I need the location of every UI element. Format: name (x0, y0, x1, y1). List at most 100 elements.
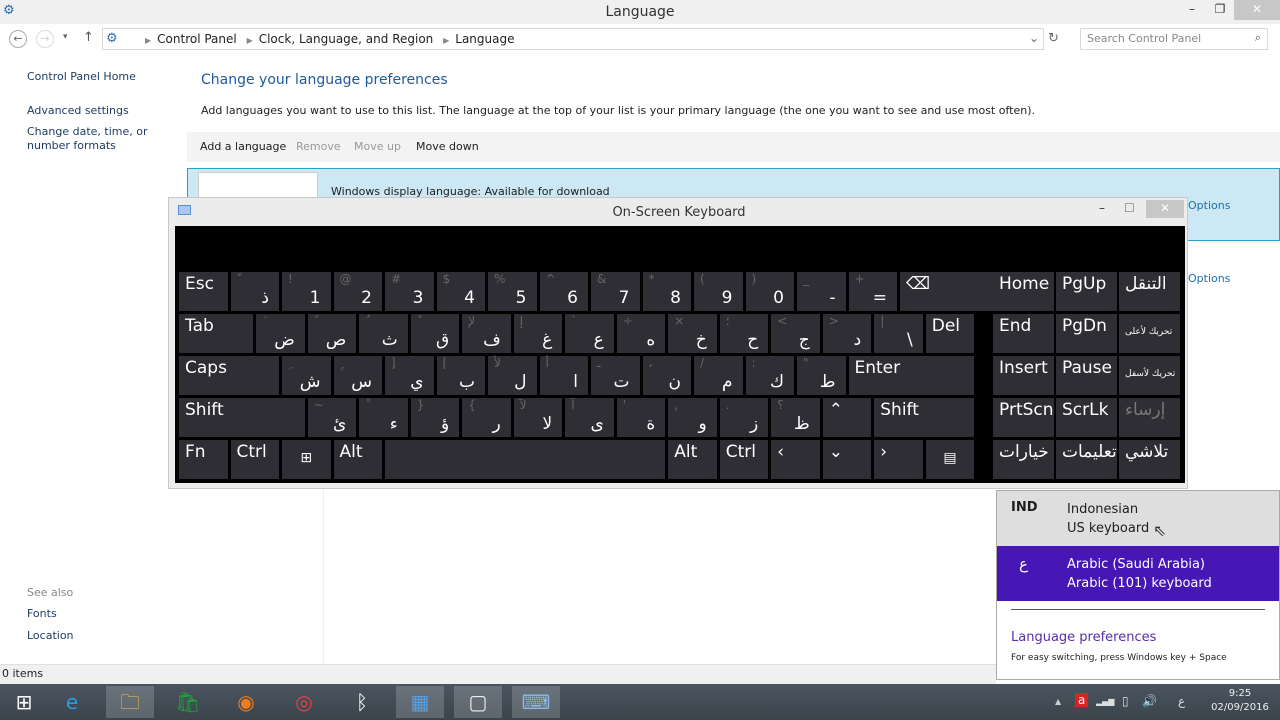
network-signal-icon[interactable]: ▂▄▆ (1096, 697, 1114, 706)
key-4[interactable]: $4 (436, 272, 485, 311)
key-6[interactable]: ^ 6 (539, 272, 588, 311)
volume-icon[interactable]: 🔊 (1142, 694, 1157, 708)
key-3[interactable]: #3 (385, 272, 434, 311)
key-r3-6[interactable]: آى (565, 398, 614, 437)
key-r2-9[interactable]: / م (694, 356, 743, 395)
side-key-r2-c1[interactable]: Pause (1056, 356, 1117, 395)
add-language-button[interactable]: Add a language (200, 140, 286, 153)
key-0[interactable]: ) 0 (745, 272, 794, 311)
taskbar-bluetooth-icon[interactable]: ᛒ (338, 686, 386, 718)
key-fn[interactable]: Fn (179, 440, 228, 479)
key-r0-13[interactable]: + = (848, 272, 897, 311)
key-r1-7[interactable]: ` ع (565, 314, 614, 353)
key-r1-10[interactable]: ؛ ح (719, 314, 769, 353)
see-also-location-link[interactable]: Location (27, 629, 74, 642)
key-shift[interactable]: Shift (179, 398, 305, 437)
recent-locations-dropdown[interactable]: ▾ (63, 32, 68, 42)
osk-minimize-button[interactable]: – (1099, 201, 1105, 215)
minimize-button[interactable]: – (1178, 0, 1206, 20)
back-button[interactable]: ← (9, 30, 27, 48)
refresh-button[interactable]: ↻ (1048, 31, 1059, 46)
sidebar-item-control-panel-home[interactable]: Control Panel Home (27, 70, 136, 83)
input-language-indicator[interactable]: ع (1178, 694, 1185, 708)
side-key-r1-c2[interactable]: تحريك لأعلى (1119, 314, 1180, 353)
key-r3-4[interactable]: {ر (462, 398, 511, 437)
key-alt[interactable]: Alt (668, 440, 717, 479)
language-option-indonesian[interactable]: IND Indonesian US keyboard ⇖ (997, 491, 1279, 546)
key-r1-5[interactable]: لإ ف (462, 314, 511, 353)
key-7[interactable]: & 7 (591, 272, 640, 311)
search-input[interactable]: Search Control Panel ⌕ (1080, 28, 1268, 50)
side-key-r4-c2[interactable]: تلاشي (1119, 440, 1180, 479)
clock[interactable]: 9:25 02/09/2016 (1205, 687, 1275, 715)
key-5[interactable]: % 5 (488, 272, 537, 311)
key-r0-14[interactable]: ⌫ (900, 272, 1000, 311)
taskbar-store-icon[interactable]: 🛍 (164, 686, 212, 718)
side-key-r3-c2[interactable]: إرساء (1119, 398, 1180, 437)
key-caps[interactable]: Caps (179, 356, 279, 395)
side-key-r4-c0[interactable]: خيارات (993, 440, 1054, 479)
key-r4-7[interactable]: ‹ (771, 440, 820, 479)
key-esc[interactable]: Esc (179, 272, 228, 311)
forward-button[interactable]: → (36, 30, 54, 48)
key-r1-6[interactable]: إغ (513, 314, 563, 353)
taskbar-on-screen-keyboard-icon[interactable]: ⌨ (512, 686, 560, 718)
side-key-r3-c0[interactable]: PrtScn (993, 398, 1054, 437)
move-down-button[interactable]: Move down (416, 140, 479, 153)
key-r2-10[interactable]: :ك (745, 356, 794, 395)
antivirus-icon[interactable]: a (1075, 693, 1089, 707)
key-r2-7[interactable]: ـت (591, 356, 640, 395)
taskbar-window-app-icon[interactable]: ▢ (454, 686, 502, 718)
language-options-link-2[interactable]: Options (1188, 272, 1230, 285)
taskbar-control-panel-icon[interactable]: ▦ (396, 686, 444, 718)
taskbar-firefox-icon[interactable]: ◉ (222, 686, 270, 718)
key-r2-6[interactable]: أا (539, 356, 588, 395)
key-ctrl[interactable]: Ctrl (230, 440, 279, 479)
key-r4-9[interactable]: › (874, 440, 923, 479)
key-r1-12[interactable]: > د (822, 314, 872, 353)
key-r2-11[interactable]: " ط (797, 356, 846, 395)
key-r2-3[interactable]: ] ي (385, 356, 434, 395)
address-dropdown-icon[interactable]: ⌄ (1029, 31, 1039, 45)
taskbar-internet-explorer-icon[interactable]: e (48, 686, 96, 718)
side-key-r0-c0[interactable]: Home (993, 272, 1054, 311)
key-9[interactable]: (9 (694, 272, 743, 311)
sidebar-item-change-date-formats[interactable]: Change date, time, or number formats (27, 125, 187, 153)
key-2[interactable]: @2 (333, 272, 382, 311)
side-key-r0-c1[interactable]: PgUp (1056, 272, 1117, 311)
key-1[interactable]: ! 1 (282, 272, 331, 311)
key-r2-1[interactable]: ِش (282, 356, 331, 395)
key-r0-12[interactable]: _ - (797, 272, 846, 311)
battery-icon[interactable]: ▯ (1122, 694, 1129, 708)
key-r2-8[interactable]: ، ن (642, 356, 691, 395)
side-key-r0-c2[interactable]: التنقل (1119, 272, 1180, 311)
taskbar-file-explorer-icon[interactable]: 🗀 (106, 686, 154, 718)
taskbar-start-icon[interactable]: ⊞ (0, 686, 48, 718)
key-space[interactable] (385, 440, 666, 479)
key-r1-3[interactable]: ُث (359, 314, 408, 353)
language-options-link[interactable]: Options (1188, 199, 1230, 212)
key-r1-9[interactable]: × خ (668, 314, 717, 353)
taskbar-chrome-icon[interactable]: ◎ (280, 686, 328, 718)
side-key-r2-c0[interactable]: Insert (993, 356, 1054, 395)
key-shift[interactable]: Shift (874, 398, 975, 437)
key-r1-2[interactable]: ًص (307, 314, 357, 353)
key-r3-10[interactable]: ؟ ظ (771, 398, 820, 437)
key-r1-13[interactable]: | \ (874, 314, 923, 353)
key-enter[interactable]: Enter (848, 356, 975, 395)
language-preferences-link[interactable]: Language preferences (1011, 630, 1156, 645)
key-r1-8[interactable]: ÷ ه (616, 314, 666, 353)
address-bar[interactable]: ⚙ ▶ Control Panel ▶ Clock, Language, and R… (102, 28, 1044, 50)
key-del[interactable]: Del (925, 314, 975, 353)
restore-button[interactable]: ❐ (1206, 0, 1234, 20)
key-r2-4[interactable]: [ب (436, 356, 485, 395)
side-key-r1-c0[interactable]: End (993, 314, 1054, 353)
show-hidden-icons-button[interactable]: ▲ (1055, 697, 1061, 706)
key-r3-2[interactable]: ْء (359, 398, 408, 437)
close-button[interactable]: ✕ (1234, 0, 1280, 20)
side-key-r2-c2[interactable]: تحريك لأسفل (1119, 356, 1180, 395)
key-r1-11[interactable]: < ج (771, 314, 820, 353)
key-r3-9[interactable]: .ز (719, 398, 769, 437)
sidebar-item-advanced-settings[interactable]: Advanced settings (27, 104, 129, 117)
key-tab[interactable]: Tab (179, 314, 254, 353)
